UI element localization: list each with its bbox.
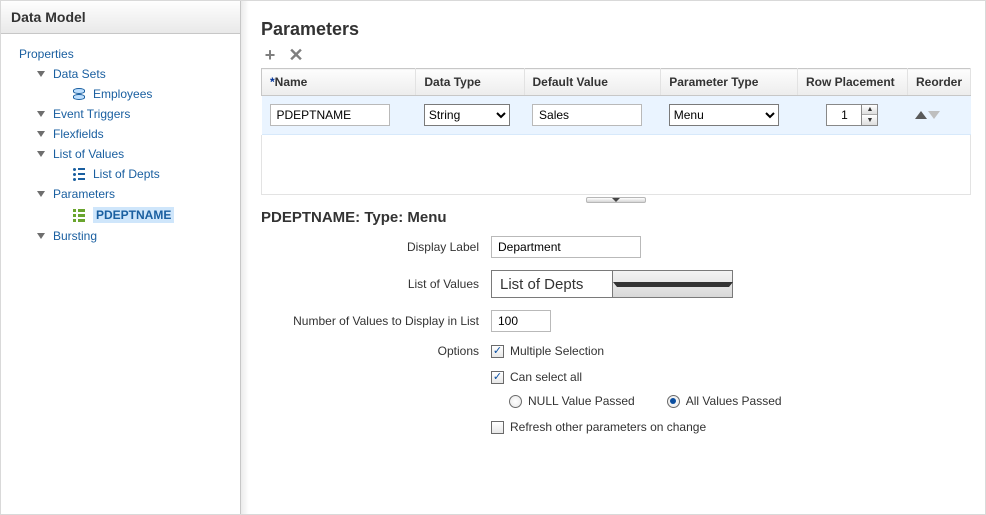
name-input[interactable] (270, 104, 390, 126)
col-name-label: Name (275, 75, 308, 89)
table-header-row: *Name Data Type Default Value Parameter … (262, 69, 971, 96)
multiple-selection-text: Multiple Selection (510, 344, 604, 358)
expand-icon[interactable] (37, 151, 45, 157)
pdeptname-label: PDEPTNAME (93, 207, 174, 223)
chevron-down-icon (612, 198, 620, 202)
tree-list-of-values[interactable]: List of Values (37, 144, 236, 164)
num-values-input[interactable] (491, 310, 551, 332)
add-icon[interactable]: + (261, 46, 279, 64)
tree-pdeptname[interactable]: PDEPTNAME (55, 204, 236, 226)
tree-data-sets[interactable]: Data Sets (37, 64, 236, 84)
null-value-passed-radio[interactable] (509, 395, 522, 408)
list-of-values-value: List of Depts (492, 276, 612, 293)
spinner-down-icon[interactable]: ▼ (862, 115, 877, 125)
default-value-input[interactable] (532, 104, 642, 126)
display-label-label: Display Label (261, 240, 491, 254)
event-triggers-label: Event Triggers (53, 107, 130, 121)
refresh-other-text: Refresh other parameters on change (510, 420, 706, 434)
sidebar-title: Data Model (1, 1, 240, 34)
employees-label: Employees (93, 87, 152, 101)
parameter-type-select[interactable]: Menu (669, 104, 779, 126)
col-name[interactable]: *Name (262, 69, 416, 96)
tree-flexfields[interactable]: Flexfields (37, 124, 236, 144)
refresh-other-checkbox[interactable] (491, 421, 504, 434)
sidebar: Data Model Properties Data Sets Employee… (1, 1, 241, 514)
tree-list-of-depts[interactable]: List of Depts (55, 164, 236, 184)
table-empty-area (261, 135, 971, 195)
table-row[interactable]: String Menu (262, 96, 971, 135)
parameters-table: *Name Data Type Default Value Parameter … (261, 68, 971, 135)
expand-icon[interactable] (37, 131, 45, 137)
bursting-label: Bursting (53, 229, 97, 243)
list-of-values-label: List of Values (261, 277, 491, 291)
data-sets-label: Data Sets (53, 67, 106, 81)
expand-icon[interactable] (37, 191, 45, 197)
reorder-control[interactable] (915, 111, 940, 119)
expand-icon[interactable] (37, 71, 45, 77)
all-values-passed-text: All Values Passed (686, 394, 782, 408)
display-label-input[interactable] (491, 236, 641, 258)
splitter-handle[interactable] (261, 197, 971, 203)
can-select-all-text: Can select all (510, 370, 582, 384)
col-parameter-type[interactable]: Parameter Type (661, 69, 798, 96)
data-type-select[interactable]: String (424, 104, 510, 126)
tree: Properties Data Sets Employees (1, 34, 240, 250)
expand-icon[interactable] (37, 111, 45, 117)
parameters-label: Parameters (53, 187, 115, 201)
spinner-up-icon[interactable]: ▲ (862, 105, 877, 115)
dataset-icon (71, 87, 87, 101)
properties-label: Properties (19, 47, 74, 61)
list-of-values-label: List of Values (53, 147, 124, 161)
num-values-label: Number of Values to Display in List (261, 314, 491, 328)
expand-icon[interactable] (37, 233, 45, 239)
list-of-depts-label: List of Depts (93, 167, 160, 181)
page-title: Parameters (261, 19, 971, 40)
null-value-passed-text: NULL Value Passed (528, 394, 635, 408)
lov-icon (71, 167, 87, 181)
dropdown-icon[interactable] (612, 271, 732, 297)
col-reorder[interactable]: Reorder (907, 69, 970, 96)
main: Parameters + ✕ *Name Data Type Default V… (241, 1, 985, 514)
multiple-selection-checkbox[interactable] (491, 345, 504, 358)
divider-shadow (241, 1, 249, 514)
detail-form: Display Label List of Values List of Dep… (261, 236, 971, 434)
reorder-up-icon[interactable] (915, 111, 927, 119)
can-select-all-checkbox[interactable] (491, 371, 504, 384)
row-placement-spinner[interactable]: ▲ ▼ (826, 104, 878, 126)
parameter-icon (71, 208, 87, 222)
tree-employees[interactable]: Employees (55, 84, 236, 104)
tree-properties[interactable]: Properties (19, 44, 236, 64)
options-label: Options (261, 344, 491, 358)
detail-title: PDEPTNAME: Type: Menu (261, 209, 971, 226)
all-values-passed-radio[interactable] (667, 395, 680, 408)
flexfields-label: Flexfields (53, 127, 104, 141)
row-placement-input[interactable] (827, 106, 861, 124)
toolbar: + ✕ (261, 46, 971, 64)
list-of-values-select[interactable]: List of Depts (491, 270, 733, 298)
col-data-type[interactable]: Data Type (416, 69, 524, 96)
col-default-value[interactable]: Default Value (524, 69, 661, 96)
tree-parameters[interactable]: Parameters (37, 184, 236, 204)
tree-event-triggers[interactable]: Event Triggers (37, 104, 236, 124)
col-row-placement[interactable]: Row Placement (797, 69, 907, 96)
delete-icon[interactable]: ✕ (287, 46, 305, 64)
tree-bursting[interactable]: Bursting (37, 226, 236, 246)
reorder-down-icon[interactable] (928, 111, 940, 119)
